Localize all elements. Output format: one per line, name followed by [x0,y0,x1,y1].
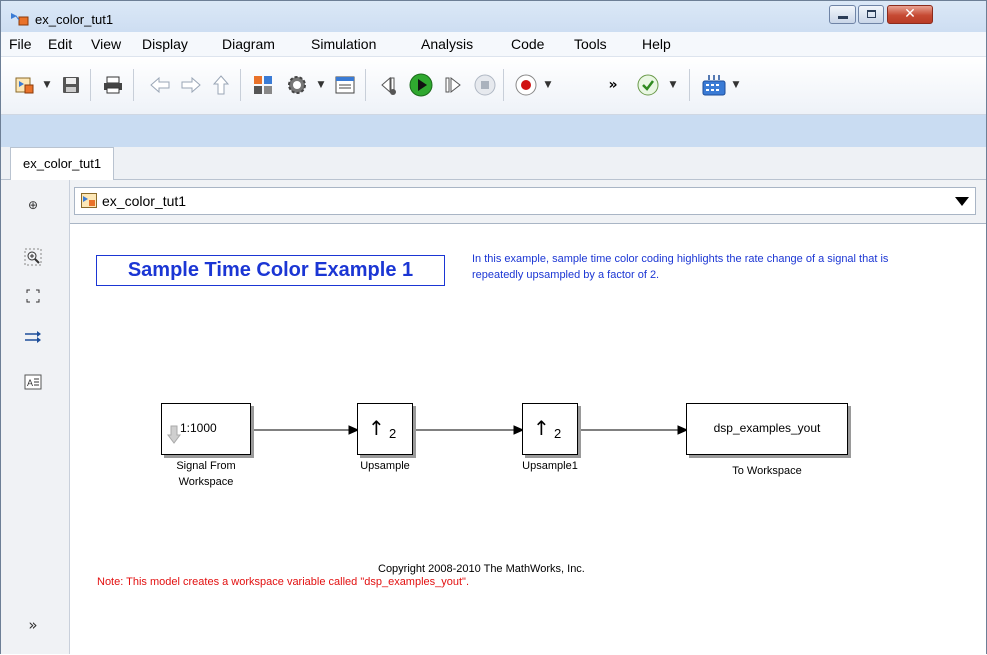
block-upsample1[interactable]: ↑ 2 [522,403,578,455]
tab-bar: ex_color_tut1 [1,147,986,180]
toolbar-separator [503,69,504,101]
menu-help[interactable]: Help [642,36,671,52]
block-upsample1-label: Upsample1 [522,460,578,472]
new-model-dropdown[interactable]: ▼ [41,71,53,99]
hide-browser-icon[interactable]: ⊕ [23,196,43,214]
forward-icon[interactable] [177,71,205,99]
menu-diagram[interactable]: Diagram [222,36,275,52]
breadcrumb-dropdown-icon[interactable] [955,197,969,206]
build-dropdown[interactable]: ▼ [730,71,742,99]
check-dropdown[interactable]: ▼ [667,71,679,99]
back-icon[interactable] [146,71,174,99]
maximize-icon [867,10,876,18]
step-forward-icon[interactable] [439,71,467,99]
menu-code[interactable]: Code [511,36,544,52]
record-icon[interactable] [512,71,540,99]
toolbar-separator [689,69,690,101]
check-icon[interactable] [634,71,662,99]
note-annotation[interactable]: Note: This model creates a workspace var… [97,576,469,588]
block-signal-from-workspace-label-line2: Workspace [178,476,234,488]
simulink-model-icon [11,13,29,26]
annotation-icon[interactable]: A [23,373,43,391]
more-icon[interactable]: » [599,71,627,99]
step-back-icon[interactable] [373,71,401,99]
diagram-canvas[interactable]: Sample Time Color Example 1 In this exam… [70,223,986,655]
breadcrumb[interactable]: ex_color_tut1 [74,187,976,215]
new-model-icon[interactable] [11,71,39,99]
block-signal-from-workspace[interactable]: 1:1000 [161,403,251,455]
workspace-arrow-icon [167,425,181,444]
block-upsample-label: Upsample [360,460,410,472]
tab-ex-color-tut1[interactable]: ex_color_tut1 [10,147,115,180]
toolbar-separator [90,69,91,101]
maximize-button[interactable] [858,5,884,24]
toolbar: ▼ ▼ ▼ » ▼ ▼ [1,57,986,115]
menu-simulation[interactable]: Simulation [311,36,376,52]
minimize-button[interactable] [829,5,856,24]
stop-icon[interactable] [471,71,499,99]
model-explorer-icon[interactable] [331,71,359,99]
minimize-icon [838,16,848,19]
block-upsample1-factor: 2 [554,426,562,441]
block-upsample-factor: 2 [389,426,397,441]
block-to-workspace-variable: dsp_examples_yout [713,421,821,435]
menu-file[interactable]: File [9,36,32,52]
up-icon[interactable] [207,71,235,99]
breadcrumb-path: ex_color_tut1 [102,193,187,209]
expand-icon[interactable]: » [23,616,43,634]
left-toolbar: ⊕ A » [1,180,70,654]
address-bar: ex_color_tut1 [70,180,986,223]
model-config-dropdown[interactable]: ▼ [315,71,327,99]
build-icon[interactable] [700,71,728,99]
library-browser-icon[interactable] [249,71,277,99]
block-signal-from-workspace-label-line1: Signal From [176,460,236,472]
zoom-icon[interactable] [23,248,43,266]
fit-to-view-icon[interactable] [23,287,43,305]
record-dropdown[interactable]: ▼ [542,71,554,99]
simulink-model-icon [81,193,97,208]
menu-tools[interactable]: Tools [574,36,607,52]
print-icon[interactable] [99,71,127,99]
upsample-arrow-icon: ↑ [368,416,385,440]
copyright-annotation[interactable]: Copyright 2008-2010 The MathWorks, Inc. [378,563,585,575]
toolbar-separator [133,69,134,101]
run-icon[interactable] [407,71,435,99]
block-signal-from-workspace-content: 1:1000 [180,421,217,435]
menu-display[interactable]: Display [142,36,188,52]
menu-bar: File Edit View Display Diagram Simulatio… [1,32,986,57]
save-icon[interactable] [57,71,85,99]
window-title: ex_color_tut1 [35,12,114,27]
signal-routing-icon[interactable] [23,328,43,346]
model-config-icon[interactable] [283,71,311,99]
simulink-window: ex_color_tut1 ✕ File Edit View Display D… [0,0,987,655]
menu-view[interactable]: View [91,36,121,52]
menu-edit[interactable]: Edit [48,36,72,52]
menu-analysis[interactable]: Analysis [421,36,473,52]
block-to-workspace[interactable]: dsp_examples_yout [686,403,848,455]
close-button[interactable]: ✕ [887,5,933,24]
upsample-arrow-icon: ↑ [533,416,550,440]
toolbar-separator [240,69,241,101]
toolbar-separator [365,69,366,101]
close-icon: ✕ [904,6,916,22]
block-upsample[interactable]: ↑ 2 [357,403,413,455]
block-to-workspace-label: To Workspace [732,465,802,477]
svg-text:A: A [27,378,33,388]
